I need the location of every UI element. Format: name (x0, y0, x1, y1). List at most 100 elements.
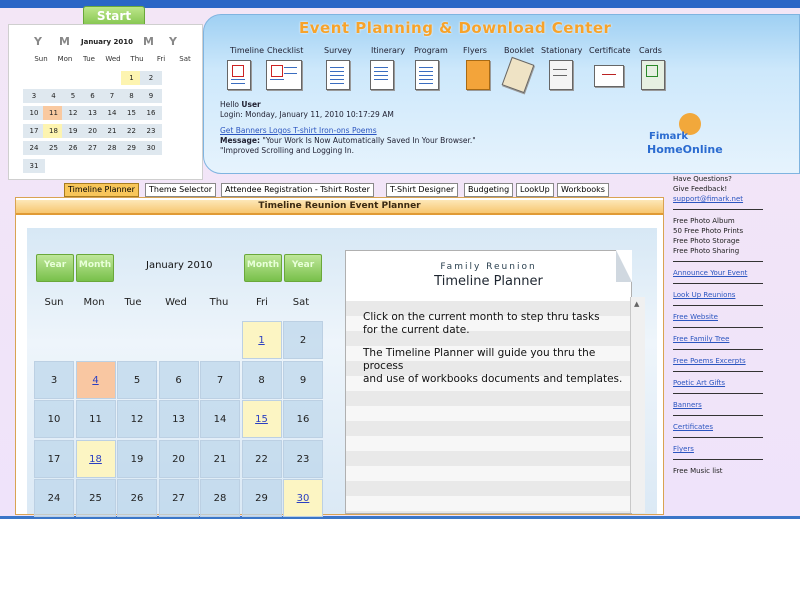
big-day-cell[interactable]: 27 (158, 479, 199, 517)
tool-label-certificate[interactable]: Certificate (589, 46, 631, 55)
tab-workbooks[interactable]: Workbooks (557, 183, 609, 197)
big-day-cell[interactable]: 13 (158, 400, 199, 438)
booklet-icon[interactable] (501, 56, 535, 94)
day-link[interactable]: 4 (92, 375, 98, 386)
prev-year-button[interactable]: Y (34, 35, 42, 48)
flyers-icon[interactable] (466, 60, 490, 90)
tool-label-checklist[interactable]: Checklist (267, 46, 303, 55)
support-email-link[interactable]: support@fimark.net (673, 195, 743, 203)
big-day-cell[interactable]: 2 (283, 321, 323, 359)
banners-link[interactable]: Get Banners Logos T-shirt Iron-ons Poems (220, 126, 377, 135)
big-day-cell[interactable]: 16 (283, 400, 323, 438)
mini-day-cell[interactable]: 2 (140, 71, 162, 85)
lookup-reunions-link[interactable]: Look Up Reunions (673, 290, 800, 300)
tool-label-program[interactable]: Program (414, 46, 448, 55)
big-day-cell[interactable]: 24 (34, 479, 74, 517)
fimark-logo[interactable]: Fimark HomeOnline (647, 111, 727, 157)
big-day-cell[interactable]: 23 (283, 439, 323, 478)
free-family-tree-link[interactable]: Free Family Tree (673, 334, 800, 344)
tab-attendee-registration[interactable]: Attendee Registration - Tshirt Roster (221, 183, 374, 197)
big-day-cell[interactable]: 11 (75, 400, 116, 438)
announce-event-link[interactable]: Announce Your Event (673, 268, 800, 278)
prev-month-button[interactable]: Month (76, 254, 114, 282)
stationary-icon[interactable] (549, 60, 573, 90)
next-year-button[interactable]: Y (169, 35, 177, 48)
itinerary-icon[interactable] (370, 60, 394, 90)
big-day-cell[interactable]: 12 (117, 400, 157, 438)
mini-day-cell[interactable]: 30 (140, 141, 162, 155)
cards-icon[interactable] (641, 60, 665, 90)
big-day-cell[interactable]: 25 (75, 479, 116, 517)
banners-link[interactable]: Banners (673, 400, 800, 410)
mini-day-cell[interactable]: 23 (140, 123, 162, 138)
tool-label-stationary[interactable]: Stationary (541, 46, 582, 55)
big-day-cell[interactable]: 30 (283, 479, 323, 517)
big-day-cell[interactable]: 18 (75, 439, 116, 478)
tool-label-flyers[interactable]: Flyers (463, 46, 487, 55)
certificates-link[interactable]: Certificates (673, 422, 800, 432)
mini-calendar: Y M January 2010 M Y Sun Mon Tue Wed Thu… (8, 24, 203, 180)
free-poems-link[interactable]: Free Poems Excerpts (673, 356, 800, 366)
big-day-cell[interactable]: 5 (117, 360, 157, 399)
flyers-link[interactable]: Flyers (673, 444, 800, 454)
message-line2: "Improved Scrolling and Logging In. (220, 146, 354, 155)
mini-day-cell[interactable]: 31 (23, 158, 45, 173)
next-month-button[interactable]: M (143, 35, 154, 48)
mini-day-cell[interactable]: 16 (140, 106, 162, 120)
big-day-cell[interactable]: 10 (34, 400, 74, 438)
big-day-cell[interactable]: 22 (241, 439, 282, 478)
tool-label-itinerary[interactable]: Itinerary (371, 46, 405, 55)
survey-icon[interactable] (326, 60, 350, 90)
big-day-cell[interactable]: 17 (34, 439, 74, 478)
prev-month-button[interactable]: M (59, 35, 70, 48)
big-day-cell[interactable]: 1 (241, 321, 282, 359)
free-item[interactable]: 50 Free Photo Prints (673, 226, 800, 236)
next-month-button[interactable]: Month (244, 254, 282, 282)
prev-year-button[interactable]: Year (36, 254, 74, 282)
big-day-cell[interactable]: 28 (200, 479, 240, 517)
page-title: Event Planning & Download Center (299, 19, 612, 37)
program-icon[interactable] (415, 60, 439, 90)
poetic-art-gifts-link[interactable]: Poetic Art Gifts (673, 378, 800, 388)
tab-budgeting[interactable]: Budgeting (464, 183, 514, 197)
tool-label-cards[interactable]: Cards (639, 46, 662, 55)
timeline-icon[interactable] (227, 60, 251, 90)
tab-tshirt-designer[interactable]: T-Shirt Designer (386, 183, 459, 197)
tool-label-survey[interactable]: Survey (324, 46, 352, 55)
tab-timeline-planner[interactable]: Timeline Planner (64, 183, 139, 197)
big-day-cell[interactable]: 19 (117, 439, 157, 478)
big-day-cell[interactable]: 20 (158, 439, 199, 478)
free-item[interactable]: Free Photo Storage (673, 236, 800, 246)
scroll-up-icon[interactable]: ▲ (634, 300, 639, 308)
big-day-cell[interactable]: 21 (200, 439, 240, 478)
big-day-cell[interactable]: 29 (241, 479, 282, 517)
big-day-cell[interactable]: 9 (283, 360, 323, 399)
big-day-cell[interactable]: 15 (241, 400, 282, 438)
big-day-cell[interactable]: 8 (241, 360, 282, 399)
big-day-cell[interactable]: 7 (200, 360, 240, 399)
big-day-cell[interactable]: 3 (34, 360, 74, 399)
free-item[interactable]: Free Photo Album (673, 216, 800, 226)
free-item[interactable]: Free Photo Sharing (673, 246, 800, 256)
free-music-list[interactable]: Free Music list (673, 466, 800, 476)
tab-lookup[interactable]: LookUp (516, 183, 554, 197)
checklist-icon[interactable] (266, 60, 302, 90)
tool-label-timeline[interactable]: Timeline (230, 46, 264, 55)
planner-scrollbar[interactable]: ▲ (630, 297, 645, 513)
sidebar-divider (673, 327, 763, 328)
free-website-link[interactable]: Free Website (673, 312, 800, 322)
big-day-cell[interactable]: 4 (75, 360, 116, 399)
tab-theme-selector[interactable]: Theme Selector (145, 183, 216, 197)
next-year-button[interactable]: Year (284, 254, 322, 282)
certificate-icon[interactable] (594, 65, 624, 87)
day-link[interactable]: 30 (297, 493, 310, 504)
questions-text: Have Questions? (673, 175, 732, 183)
day-link[interactable]: 15 (255, 414, 268, 425)
tool-label-booklet[interactable]: Booklet (504, 46, 534, 55)
mini-day-cell[interactable]: 9 (140, 88, 162, 103)
day-link[interactable]: 18 (89, 454, 102, 465)
big-day-cell[interactable]: 14 (200, 400, 240, 438)
big-day-cell[interactable]: 6 (158, 360, 199, 399)
big-day-cell[interactable]: 26 (117, 479, 157, 517)
day-link[interactable]: 1 (258, 335, 264, 346)
